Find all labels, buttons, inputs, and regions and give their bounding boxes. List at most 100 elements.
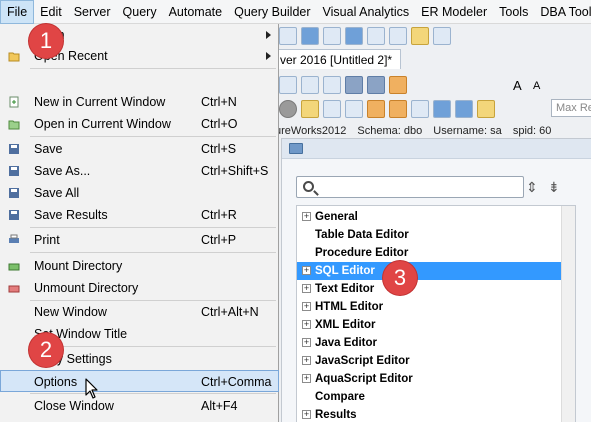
toolbar-table-icon[interactable]	[301, 27, 319, 45]
stop-icon[interactable]	[279, 100, 297, 118]
collapse-all-icon[interactable]: ⇟	[548, 179, 560, 196]
menu-item-unmount-directory[interactable]: Unmount Directory	[0, 277, 279, 299]
tree-item-text-editor[interactable]: + Text Editor	[297, 280, 575, 298]
toolbar-view-icon[interactable]	[345, 27, 363, 45]
expand-icon[interactable]: +	[302, 410, 311, 419]
submenu-arrow-icon	[266, 52, 271, 60]
results-text-icon[interactable]	[455, 100, 473, 118]
tree-item-procedure-editor[interactable]: Procedure Editor	[297, 244, 575, 262]
mount-icon	[8, 263, 20, 271]
menu-item-mount-directory[interactable]: Mount Directory	[0, 255, 279, 277]
tree-scrollbar[interactable]	[561, 206, 575, 422]
options-tree: + General Table Data Editor Procedure Ed…	[296, 205, 576, 422]
toolbar-folder-icon[interactable]	[411, 27, 429, 45]
expand-icon[interactable]: +	[302, 266, 311, 275]
tree-item-sql-editor[interactable]: + SQL Editor	[297, 262, 575, 280]
dialog-titlebar	[282, 139, 591, 159]
plug-icon[interactable]	[367, 100, 385, 118]
menu-item-new-in-current-window[interactable]: New in Current Window Ctrl+N	[0, 91, 279, 113]
spid-label: spid: 60	[512, 125, 552, 137]
toolbar-split-icon[interactable]	[389, 27, 407, 45]
menu-tools[interactable]: Tools	[493, 0, 534, 24]
menu-item-print[interactable]: Print Ctrl+P	[0, 229, 279, 251]
menu-item-close-window[interactable]: Close Window Alt+F4	[0, 395, 279, 417]
cut-icon[interactable]	[301, 76, 319, 94]
new-document-icon	[9, 96, 19, 108]
execute-icon[interactable]	[301, 100, 319, 118]
redo-icon[interactable]	[367, 76, 385, 94]
expand-all-icon[interactable]: ⇕	[526, 179, 538, 196]
expand-icon[interactable]: +	[302, 356, 311, 365]
copy-icon[interactable]	[279, 76, 297, 94]
document-tab[interactable]: ver 2016 [Untitled 2]*	[275, 49, 402, 69]
tree-item-compare[interactable]: Compare	[297, 388, 575, 406]
menu-dba-tools[interactable]: DBA Tools	[534, 0, 591, 24]
folder-open-icon	[8, 52, 20, 62]
format-icon[interactable]	[345, 100, 363, 118]
expand-icon[interactable]: +	[302, 338, 311, 347]
tools-icon[interactable]	[389, 76, 407, 94]
toolbar-grid-icon[interactable]	[279, 27, 297, 45]
tree-item-results[interactable]: + Results	[297, 406, 575, 422]
menu-item-new-window[interactable]: New Window Ctrl+Alt+N	[0, 301, 279, 323]
tree-item-table-data-editor[interactable]: Table Data Editor	[297, 226, 575, 244]
save-as-icon	[9, 166, 19, 176]
menu-automate[interactable]: Automate	[163, 0, 229, 24]
tree-item-aquascript-editor[interactable]: + AquaScript Editor	[297, 370, 575, 388]
menu-server[interactable]: Server	[68, 0, 117, 24]
expand-icon[interactable]: +	[302, 284, 311, 293]
menu-er-modeler[interactable]: ER Modeler	[415, 0, 493, 24]
menu-item-save-as[interactable]: Save As... Ctrl+Shift+S	[0, 160, 279, 182]
search-icon	[303, 181, 314, 192]
menu-item-open-in-current-window[interactable]: Open in Current Window Ctrl+O	[0, 113, 279, 135]
commit-icon[interactable]	[411, 100, 429, 118]
open-document-icon	[8, 120, 20, 130]
tree-item-javascript-editor[interactable]: + JavaScript Editor	[297, 352, 575, 370]
save-results-icon	[9, 210, 19, 220]
options-search-input[interactable]	[321, 179, 521, 195]
max-results-input[interactable]: Max Re	[551, 99, 591, 117]
menubar: File Edit Server Query Automate Query Bu…	[0, 0, 591, 24]
font-increase-icon[interactable]: A	[513, 78, 522, 93]
step-badge-3: 3	[383, 261, 417, 295]
toolbar-panel-icon[interactable]	[367, 27, 385, 45]
step-badge-1: 1	[29, 24, 63, 58]
tree-item-html-editor[interactable]: + HTML Editor	[297, 298, 575, 316]
tree-item-xml-editor[interactable]: + XML Editor	[297, 316, 575, 334]
toolbar-window-icon[interactable]	[433, 27, 451, 45]
font-decrease-icon[interactable]: A	[533, 80, 540, 92]
unplug-icon[interactable]	[389, 100, 407, 118]
tree-item-general[interactable]: + General	[297, 208, 575, 226]
menu-file[interactable]: File	[0, 0, 35, 24]
toolbar-row-1	[275, 25, 591, 47]
paste-icon[interactable]	[323, 76, 341, 94]
expand-icon[interactable]: +	[302, 320, 311, 329]
database-label: ureWorks2012	[275, 125, 347, 137]
expand-icon[interactable]: +	[302, 212, 311, 221]
export-icon[interactable]	[477, 100, 495, 118]
submenu-arrow-icon	[266, 31, 271, 39]
results-grid-icon[interactable]	[433, 100, 451, 118]
toolbar-layout-icon[interactable]	[323, 27, 341, 45]
expand-icon[interactable]: +	[302, 302, 311, 311]
save-icon	[9, 144, 19, 154]
schema-label: Schema: dbo	[357, 125, 423, 137]
menu-query-builder[interactable]: Query Builder	[228, 0, 316, 24]
menu-item-save-all[interactable]: Save All	[0, 182, 279, 204]
expand-icon[interactable]: +	[302, 374, 311, 383]
menu-separator	[30, 252, 276, 253]
undo-icon[interactable]	[345, 76, 363, 94]
options-search-box	[296, 176, 524, 198]
menu-item-options[interactable]: Options Ctrl+Comma	[0, 370, 279, 392]
menu-item-save-results[interactable]: Save Results Ctrl+R	[0, 204, 279, 226]
dialog-icon	[289, 143, 303, 154]
menu-separator	[30, 393, 276, 394]
menu-separator	[30, 227, 276, 228]
menu-edit[interactable]: Edit	[34, 0, 68, 24]
menu-visual-analytics[interactable]: Visual Analytics	[317, 0, 416, 24]
tree-item-java-editor[interactable]: + Java Editor	[297, 334, 575, 352]
explain-icon[interactable]	[323, 100, 341, 118]
menu-item-save[interactable]: Save Ctrl+S	[0, 138, 279, 160]
username-label: Username: sa	[433, 125, 502, 137]
menu-query[interactable]: Query	[117, 0, 163, 24]
